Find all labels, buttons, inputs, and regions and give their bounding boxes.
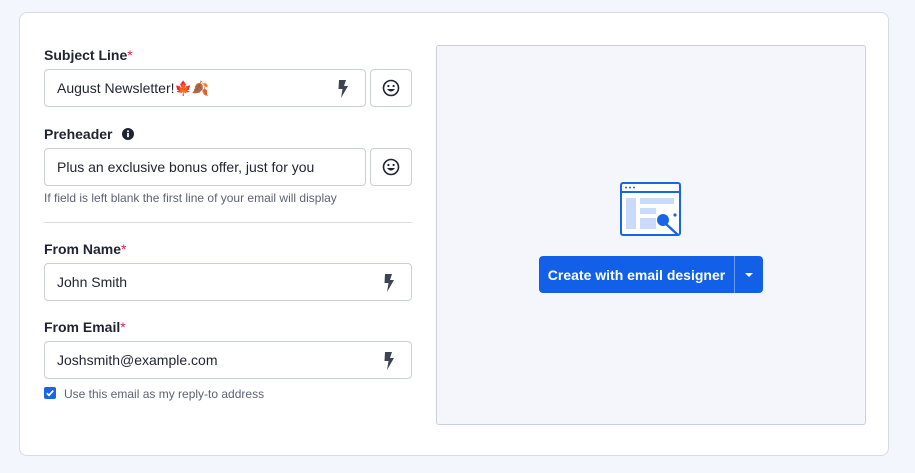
reply-to-checkbox[interactable] — [44, 387, 56, 399]
create-with-designer-button[interactable]: Create with email designer — [539, 256, 763, 293]
bolt-icon[interactable] — [337, 80, 349, 98]
from-email-input[interactable]: Joshsmith@example.com — [44, 341, 412, 379]
from-email-label: From Email* — [44, 319, 126, 335]
create-with-designer-label[interactable]: Create with email designer — [539, 256, 735, 293]
preheader-value: Plus an exclusive bonus offer, just for … — [57, 159, 315, 175]
caret-down-icon — [745, 272, 753, 277]
preheader-emoji-button[interactable] — [370, 148, 412, 186]
required-mark: * — [127, 47, 133, 63]
info-icon[interactable] — [122, 128, 135, 140]
reply-to-label[interactable]: Use this email as my reply-to address — [64, 387, 264, 401]
from-email-value: Joshsmith@example.com — [57, 352, 218, 368]
bolt-icon[interactable] — [383, 352, 395, 370]
subject-line-label: Subject Line* — [44, 47, 133, 63]
preheader-label: Preheader — [44, 126, 135, 142]
email-designer-icon — [620, 182, 681, 236]
bolt-icon[interactable] — [383, 274, 395, 292]
required-mark: * — [120, 319, 126, 335]
from-name-value: John Smith — [57, 274, 128, 290]
from-name-label: From Name* — [44, 241, 127, 257]
required-mark: * — [121, 241, 127, 257]
subject-line-input[interactable]: August Newsletter!🍁🍂 — [44, 69, 366, 107]
designer-options-button[interactable] — [735, 256, 763, 293]
preheader-hint: If field is left blank the first line of… — [44, 191, 337, 205]
subject-line-value: August Newsletter!🍁🍂 — [57, 80, 210, 96]
smiley-icon — [382, 79, 400, 97]
from-name-input[interactable]: John Smith — [44, 263, 412, 301]
preheader-input[interactable]: Plus an exclusive bonus offer, just for … — [44, 148, 366, 186]
section-divider — [44, 222, 412, 223]
subject-emoji-button[interactable] — [370, 69, 412, 107]
checkmark-icon — [46, 390, 54, 397]
smiley-icon — [382, 158, 400, 176]
